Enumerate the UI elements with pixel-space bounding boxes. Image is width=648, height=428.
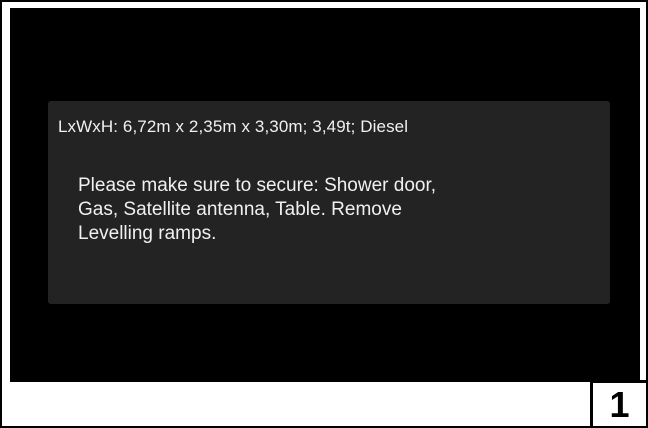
display-screen: LxWxH: 6,72m x 2,35m x 3,30m; 3,49t; Die… xyxy=(10,8,640,382)
vehicle-dimensions-text: LxWxH: 6,72m x 2,35m x 3,30m; 3,49t; Die… xyxy=(58,117,409,136)
message-line-2: Gas, Satellite antenna, Table. Remove xyxy=(78,199,402,220)
message-line-3: Levelling ramps. xyxy=(78,223,217,244)
step-number-box: 1 xyxy=(590,380,646,426)
message-line-1: Please make sure to secure: Shower door, xyxy=(78,175,437,196)
vehicle-info-panel: LxWxH: 6,72m x 2,35m x 3,30m; 3,49t; Die… xyxy=(48,101,610,304)
figure-frame: LxWxH: 6,72m x 2,35m x 3,30m; 3,49t; Die… xyxy=(0,0,648,428)
secure-items-message: Please make sure to secure: Shower door,… xyxy=(78,174,578,246)
step-number: 1 xyxy=(609,383,630,425)
